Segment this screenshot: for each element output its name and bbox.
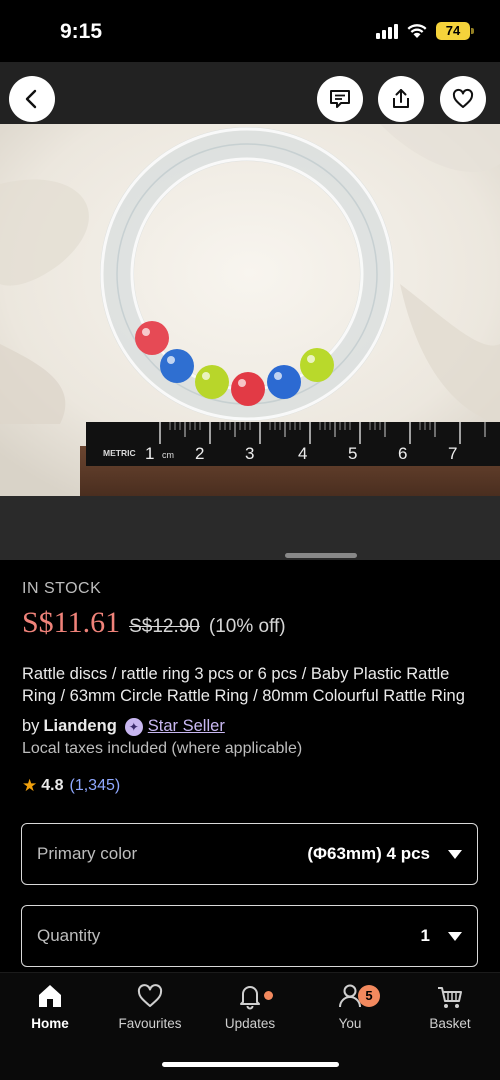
message-icon	[330, 90, 350, 108]
ruler-number: 5	[348, 444, 357, 463]
nav-basket[interactable]: Basket	[400, 981, 500, 1031]
image-footer-band	[0, 496, 500, 560]
star-seller-link[interactable]: Star Seller	[148, 717, 225, 736]
quantity-label: Quantity	[37, 926, 101, 945]
wifi-icon	[407, 24, 427, 38]
rating-row[interactable]: ★ 4.8 (1,345)	[22, 776, 120, 796]
ruler-number: 4	[298, 444, 307, 463]
chevron-left-icon	[25, 89, 37, 109]
primary-color-label: Primary color	[37, 844, 138, 863]
caret-down-icon	[448, 849, 462, 859]
quantity-select[interactable]: Quantity 1	[21, 905, 478, 967]
signal-icon	[376, 23, 398, 39]
seller-prefix: by	[22, 717, 40, 735]
review-count-link[interactable]: (1,345)	[70, 777, 121, 795]
nav-home[interactable]: Home	[0, 981, 100, 1031]
taxes-note: Local taxes included (where applicable)	[22, 740, 303, 757]
quantity-value: 1	[420, 926, 430, 945]
you-badge: 5	[358, 985, 380, 1007]
ruler-number: 6	[398, 444, 407, 463]
bell-icon	[240, 986, 260, 1010]
ruler-number: 2	[195, 444, 204, 463]
home-icon	[39, 985, 61, 1007]
back-button[interactable]	[9, 76, 55, 122]
status-icons: 74	[376, 22, 474, 40]
stock-status: IN STOCK	[22, 580, 102, 597]
heart-icon	[137, 984, 163, 1007]
ruler-number: 7	[448, 444, 457, 463]
nav-basket-label: Basket	[429, 1016, 471, 1031]
nav-updates[interactable]: Updates	[200, 981, 300, 1031]
seller-name[interactable]: Liandeng	[43, 717, 116, 736]
heart-icon	[452, 88, 474, 108]
nav-updates-label: Updates	[224, 1016, 276, 1031]
ruler-number: 3	[245, 444, 254, 463]
star-seller-badge-icon: ✦	[124, 717, 143, 736]
status-time: 9:15	[60, 20, 103, 43]
nav-you-label: You	[338, 1016, 362, 1031]
updates-dot	[264, 991, 273, 1000]
current-price: S$11.61	[22, 606, 121, 639]
star-icon: ★	[22, 776, 38, 795]
home-indicator[interactable]	[162, 1062, 339, 1067]
discount-label: (10% off)	[208, 616, 286, 637]
sheet-drag-handle[interactable]	[285, 553, 357, 558]
ruler-brand: METRIC	[103, 448, 136, 458]
rattle-ring-photo: METRIC cm 1 2 3 4 5 6 7	[0, 124, 500, 496]
nav-home-label: Home	[31, 1016, 69, 1031]
nav-favourites[interactable]: Favourites	[100, 981, 200, 1031]
rating-value: 4.8	[41, 777, 64, 794]
nav-favourites-label: Favourites	[118, 1016, 182, 1031]
product-image[interactable]: METRIC cm 1 2 3 4 5 6 7	[0, 124, 500, 496]
caret-down-icon	[448, 931, 462, 941]
ruler-unit: cm	[162, 450, 174, 460]
basket-icon	[438, 987, 462, 1008]
original-price: S$12.90	[129, 616, 200, 637]
nav-you[interactable]: 5 You	[300, 981, 400, 1031]
product-top-bar	[0, 62, 500, 124]
price-row: S$11.61 S$12.90 (10% off)	[22, 606, 286, 640]
primary-color-value: (Φ63mm) 4 pcs	[307, 844, 430, 863]
battery-icon: 74	[436, 22, 474, 40]
primary-color-select[interactable]: Primary color (Φ63mm) 4 pcs	[21, 823, 478, 885]
message-seller-button[interactable]	[317, 76, 363, 122]
status-bar: 9:15 74	[0, 0, 500, 62]
seller-row: by Liandeng ✦ Star Seller	[22, 717, 225, 736]
ruler-number: 1	[145, 444, 154, 463]
favourite-button[interactable]	[440, 76, 486, 122]
product-title[interactable]: Rattle discs / rattle ring 3 pcs or 6 pc…	[22, 663, 482, 707]
share-button[interactable]	[378, 76, 424, 122]
share-icon	[393, 89, 409, 108]
